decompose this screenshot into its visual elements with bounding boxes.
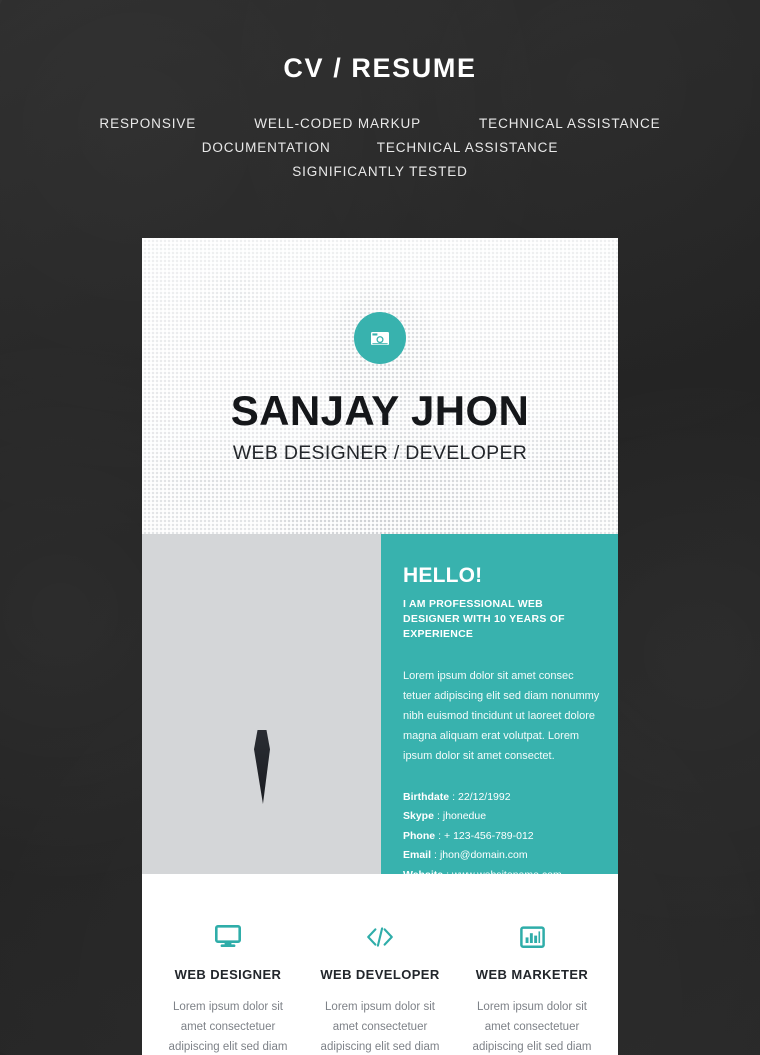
contact-row-birthdate: Birthdate:22/12/1992 xyxy=(403,788,601,808)
hello-pane: HELLO! I AM PROFESSIONAL WEB DESIGNER WI… xyxy=(381,534,618,900)
intro-band: DOWNLOAD CV PRINT CV xyxy=(142,534,618,900)
contact-value: www.websitename.com xyxy=(452,868,562,881)
skill-column-web-designer: WEB DESIGNER Lorem ipsum dolor sit amet … xyxy=(152,922,304,1055)
feature-label-well-coded-markup: WELL-CODED MARKUP xyxy=(254,116,422,131)
code-icon xyxy=(316,922,444,952)
contact-label: Phone xyxy=(403,829,436,842)
contact-value: jhonedue xyxy=(442,810,487,823)
hello-subheading: I AM PROFESSIONAL WEB DESIGNER WITH 10 Y… xyxy=(403,598,565,641)
contact-label: Skype xyxy=(403,810,434,823)
skill-title: WEB MARKETER xyxy=(475,967,589,982)
photo-texture-overlay xyxy=(142,534,381,874)
contact-separator: : xyxy=(434,849,437,862)
contact-value: jhon@domain.com xyxy=(439,849,528,862)
contact-row-email: Email: jhon@domain.com xyxy=(403,846,601,866)
skill-description: Lorem ipsum dolor sit amet consectetuer … xyxy=(472,1001,592,1054)
masthead-grid-overlay xyxy=(142,238,618,534)
contact-value: 22/12/1992 xyxy=(458,790,511,803)
contact-label: Website xyxy=(403,868,444,881)
promo-header: CV / RESUME RESPONSIVE WELL-CODED MARKUP… xyxy=(0,0,760,179)
skill-title: WEB DEVELOPER xyxy=(320,967,440,982)
feature-row: DOCUMENTATION TECHNICAL ASSISTANCE xyxy=(0,131,760,155)
feature-row: RESPONSIVE WELL-CODED MARKUP TECHNICAL A… xyxy=(0,84,760,131)
skill-column-web-marketer: WEB MARKETER Lorem ipsum dolor sit amet … xyxy=(456,922,608,1055)
feature-label-responsive: RESPONSIVE xyxy=(99,116,197,131)
profile-photo: DOWNLOAD CV PRINT CV xyxy=(142,534,381,874)
contact-list: Birthdate:22/12/1992 Skype: jhonedue Phon… xyxy=(403,788,601,905)
feature-label-significantly-tested: SIGNIFICANTLY TESTED xyxy=(292,164,468,179)
contact-separator: : xyxy=(436,810,440,823)
skill-description: Lorem ipsum dolor sit amet consectetuer … xyxy=(320,1001,440,1054)
contact-row-skype: Skype: jhonedue xyxy=(403,807,601,827)
feature-label-technical-assistance: TECHNICAL ASSISTANCE xyxy=(479,116,661,131)
resume-masthead: SANJAY JHON WEB DESIGNER / DEVELOPER xyxy=(142,238,618,534)
contact-label: Email xyxy=(403,849,432,862)
contact-separator: : xyxy=(448,888,451,901)
bar-chart-icon xyxy=(468,922,596,952)
contact-row-address: Address:1234 london Road, canada City xyxy=(403,885,601,905)
contact-value: 1234 london Road, canada City xyxy=(453,888,602,901)
person-role: WEB DESIGNER / DEVELOPER xyxy=(232,442,528,464)
skill-description: Lorem ipsum dolor sit amet consectetuer … xyxy=(168,1001,288,1054)
contact-row-phone: Phone: + 123-456-789-012 xyxy=(403,827,601,847)
contact-label: Address xyxy=(403,888,446,901)
feature-label-documentation: DOCUMENTATION xyxy=(201,140,331,155)
camera-icon xyxy=(354,312,406,364)
contact-row-website: Website: www.websitename.com xyxy=(403,866,601,886)
contact-label: Birthdate xyxy=(403,790,450,803)
contact-separator: : xyxy=(446,868,449,881)
contact-separator: : xyxy=(438,829,442,842)
skill-title: WEB DESIGNER xyxy=(174,967,282,982)
resume-card: SANJAY JHON WEB DESIGNER / DEVELOPER DOW… xyxy=(142,238,618,1055)
contact-value: + 123-456-789-012 xyxy=(444,829,534,842)
monitor-icon xyxy=(164,922,292,952)
feature-label-technical-assistance-2: TECHNICAL ASSISTANCE xyxy=(376,140,559,155)
feature-row: SIGNIFICANTLY TESTED xyxy=(0,155,760,179)
hello-body-text: Lorem ipsum dolor sit amet consec tetuer… xyxy=(403,669,600,762)
page-title: CV / RESUME xyxy=(283,53,477,83)
skill-column-web-developer: WEB DEVELOPER Lorem ipsum dolor sit amet… xyxy=(304,922,456,1055)
hello-heading: HELLO! xyxy=(403,564,483,587)
contact-separator: : xyxy=(452,790,456,803)
person-name: SANJAY JHON xyxy=(230,387,530,434)
